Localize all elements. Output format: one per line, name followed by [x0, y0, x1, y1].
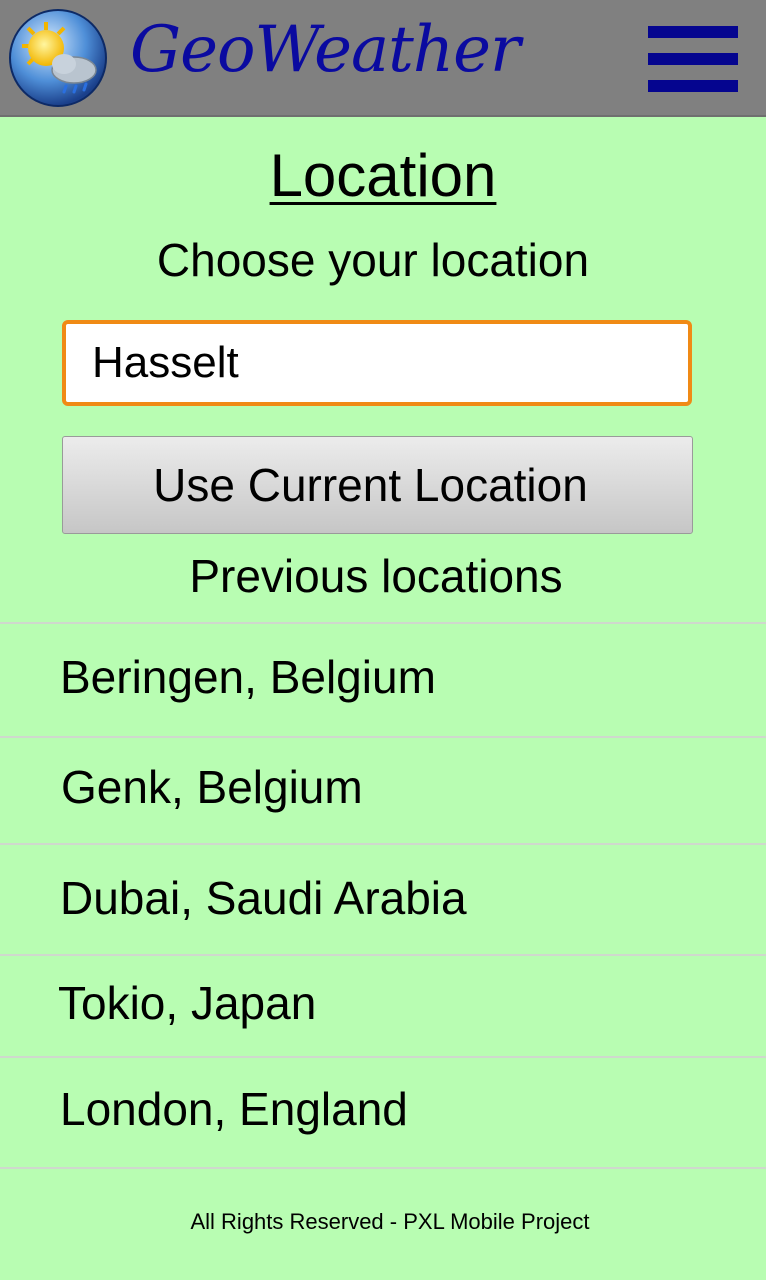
list-item[interactable]: Tokio, Japan	[0, 954, 766, 1056]
previous-locations-list: Beringen, Belgium Genk, Belgium Dubai, S…	[0, 622, 766, 1167]
location-label: Tokio, Japan	[58, 977, 317, 1029]
previous-locations-heading: Previous locations	[189, 550, 563, 602]
footer-text: All Rights Reserved - PXL Mobile Project	[190, 1209, 590, 1234]
hamburger-menu-icon[interactable]	[646, 24, 740, 94]
list-item[interactable]: Dubai, Saudi Arabia	[0, 843, 766, 954]
page-subtitle: Choose your location	[156, 234, 590, 286]
list-item[interactable]: Genk, Belgium	[0, 736, 766, 843]
location-label: London, England	[60, 1083, 408, 1135]
sun-cloud-rain-icon	[9, 9, 107, 107]
list-item[interactable]: London, England	[0, 1056, 766, 1167]
app-title: GeoWeather	[130, 13, 521, 87]
location-label: Dubai, Saudi Arabia	[60, 872, 467, 924]
list-item[interactable]: Beringen, Belgium	[0, 622, 766, 736]
footer-divider	[0, 1167, 766, 1169]
page-title: Location	[269, 142, 497, 209]
use-current-location-button[interactable]: Use Current Location	[62, 436, 693, 534]
location-search-input[interactable]	[62, 320, 692, 406]
location-label: Beringen, Belgium	[60, 651, 436, 703]
location-label: Genk, Belgium	[61, 761, 363, 813]
app-header: GeoWeather	[0, 0, 766, 117]
